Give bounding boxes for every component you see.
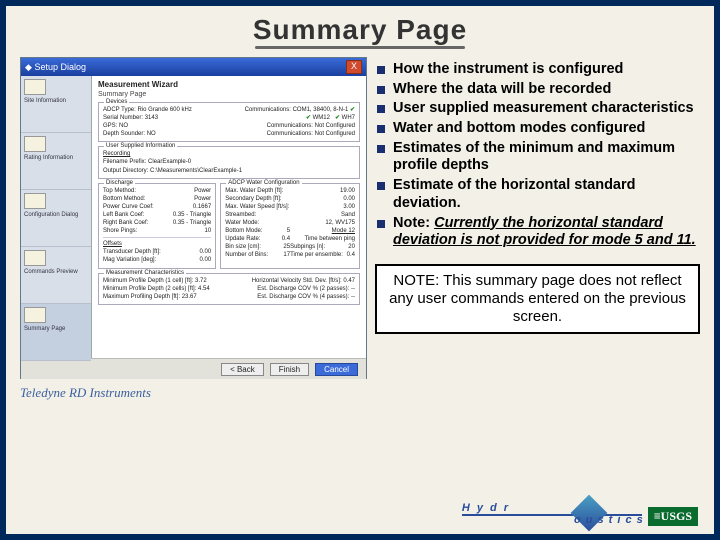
list-item: Estimate of the horizontal standard devi… <box>375 177 700 212</box>
sidebar-item-commands-preview[interactable]: Commands Preview <box>21 247 91 304</box>
wizard-subheading: Summary Page <box>98 91 360 98</box>
offsets-heading: Offsets <box>103 241 122 247</box>
slide-footer: H y d r o u s t i c s ≡USGS <box>462 496 698 526</box>
window-titlebar: ◆ Setup Dialog X <box>21 58 366 76</box>
check-icon: ✔ <box>350 107 355 113</box>
screenshot-setup-dialog: ◆ Setup Dialog X Site Information Rating… <box>20 57 367 379</box>
sidebar-item-summary-page[interactable]: Summary Page <box>21 304 91 361</box>
group-measurement-characteristics: Measurement Characteristics Minimum Prof… <box>98 273 360 305</box>
wizard-heading: Measurement Wizard <box>98 80 360 89</box>
list-item: Note: Currently the horizontal standard … <box>375 215 700 250</box>
sidebar-item-site-info[interactable]: Site Information <box>21 76 91 133</box>
check-icon: ✔ <box>335 115 340 121</box>
group-user-info: User Supplied Information Recording File… <box>98 146 360 178</box>
finish-button[interactable]: Finish <box>270 363 309 376</box>
list-item: Estimates of the minimum and maximum pro… <box>375 140 700 175</box>
note-box: NOTE: This summary page does not reflect… <box>375 264 700 334</box>
close-icon[interactable]: X <box>346 60 362 74</box>
group-discharge: Discharge Top Method:Power Bottom Method… <box>98 183 216 269</box>
sidebar-item-rating-info[interactable]: Rating Information <box>21 133 91 190</box>
cancel-button[interactable]: Cancel <box>315 363 358 376</box>
sidebar-item-config-dialog[interactable]: Configuration Dialog <box>21 190 91 247</box>
window-title: ◆ Setup Dialog <box>25 62 86 73</box>
wizard-sidebar: Site Information Rating Information Conf… <box>21 76 92 358</box>
group-legend: User Supplied Information <box>104 142 177 150</box>
page-icon <box>24 250 46 266</box>
group-legend: Devices <box>104 98 129 106</box>
list-item: Water and bottom modes configured <box>375 120 700 138</box>
group-legend: ADCP Water Configuration <box>226 179 301 187</box>
hydroacoustics-logo: H y d r o u s t i c s <box>462 496 642 526</box>
list-item: How the instrument is configured <box>375 61 700 79</box>
group-adcp-config: ADCP Water Configuration Max. Water Dept… <box>220 183 360 269</box>
wizard-main: Measurement Wizard Summary Page Devices … <box>92 76 366 358</box>
check-icon: ✔ <box>306 115 311 121</box>
wizard-footer: < Back Finish Cancel <box>21 358 366 379</box>
page-icon <box>24 79 46 95</box>
list-item: User supplied measurement characteristic… <box>375 100 700 118</box>
group-legend: Discharge <box>104 179 135 187</box>
group-devices: Devices ADCP Type: Rio Grande 600 kHzCom… <box>98 102 360 142</box>
page-icon <box>24 136 46 152</box>
branding-teledyne: Teledyne RD Instruments <box>20 385 365 401</box>
back-button[interactable]: < Back <box>221 363 264 376</box>
page-icon <box>24 193 46 209</box>
recording-heading: Recording <box>103 150 355 158</box>
group-legend: Measurement Characteristics <box>104 269 186 277</box>
usgs-logo: ≡USGS <box>648 507 698 526</box>
page-title: Summary Page <box>6 14 714 46</box>
list-item: Where the data will be recorded <box>375 81 700 99</box>
app-icon: ◆ <box>25 62 32 72</box>
page-icon <box>24 307 46 323</box>
bullet-list: How the instrument is configured Where t… <box>375 61 700 250</box>
